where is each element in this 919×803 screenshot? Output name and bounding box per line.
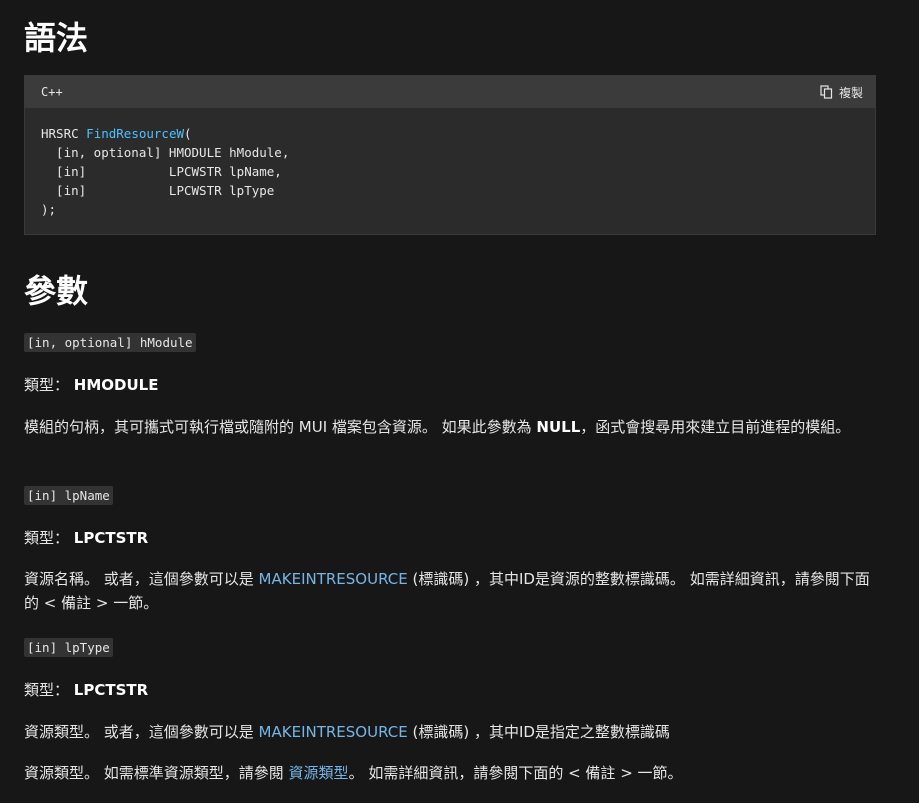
desc-text: ，函式會搜尋用來建立目前進程的模組。 (580, 418, 851, 436)
desc-text: 模組的句柄，其可攜式可執行檔或隨附的 MUI 檔案包含資源。 如果此參數為 (24, 418, 537, 436)
code-line: [in] LPCWSTR lpType (41, 183, 275, 198)
param-name-hmodule: [in, optional] hModule (24, 333, 196, 352)
type-label: 類型： (24, 376, 70, 394)
param-type-line: 類型： LPCTSTR (24, 526, 876, 550)
parameters-heading: 參數 (24, 272, 89, 310)
syntax-heading: 語法 (24, 19, 89, 57)
param-description: 資源類型。 或者，這個參數可以是 MAKEINTRESOURCE (標識碼) ，… (24, 720, 876, 744)
param-type-line: 類型： LPCTSTR (24, 678, 876, 702)
param-description: 模組的句柄，其可攜式可執行檔或隨附的 MUI 檔案包含資源。 如果此參數為 NU… (24, 415, 876, 439)
code-line: [in] LPCWSTR lpName, (41, 164, 282, 179)
makeintresource-link[interactable]: MAKEINTRESOURCE (259, 570, 408, 588)
type-label: 類型： (24, 681, 70, 699)
code-line: [in, optional] HMODULE hModule, (41, 145, 290, 160)
param-description-secondary: 資源類型。 如需標準資源類型，請參閱 資源類型。 如需詳細資訊，請參閱下面的 <… (24, 761, 876, 785)
param-type-line: 類型： HMODULE (24, 373, 876, 397)
desc-bold: NULL (536, 418, 581, 436)
copy-button-label: 複製 (838, 85, 863, 100)
type-value: LPCTSTR (73, 681, 149, 699)
code-block: C++ 複製 HRSRC FindResourceW( [in, optiona… (24, 75, 876, 235)
code-open-paren: ( (184, 126, 192, 141)
code-block-header: C++ 複製 (25, 76, 875, 108)
desc-text: 資源類型。 或者，這個參數可以是 (24, 723, 259, 741)
makeintresource-link[interactable]: MAKEINTRESOURCE (259, 723, 408, 741)
type-value: HMODULE (73, 376, 159, 394)
copy-button[interactable]: 複製 (820, 84, 863, 101)
desc-text: 資源類型。 如需標準資源類型，請參閱 (24, 764, 289, 782)
code-return-type: HRSRC (41, 126, 79, 141)
type-label: 類型： (24, 529, 70, 547)
desc-text: 資源名稱。 或者，這個參數可以是 (24, 570, 259, 588)
copy-icon (820, 85, 833, 99)
code-close: ); (41, 202, 57, 217)
code-content: HRSRC FindResourceW( [in, optional] HMOD… (25, 108, 875, 219)
param-description: 資源名稱。 或者，這個參數可以是 MAKEINTRESOURCE (標識碼) ，… (24, 567, 876, 615)
param-name-lpname: [in] lpName (24, 486, 113, 505)
code-language-label: C++ (41, 85, 63, 99)
desc-text: (標識碼) ，其中ID是指定之整數標識碼 (407, 723, 670, 741)
code-function-name: FindResourceW (86, 126, 185, 141)
param-name-lptype: [in] lpType (24, 638, 113, 657)
resource-types-link[interactable]: 資源類型 (289, 764, 349, 782)
type-value: LPCTSTR (73, 529, 149, 547)
desc-text: 。 如需詳細資訊，請參閱下面的 < 備註 > 一節。 (348, 764, 683, 782)
